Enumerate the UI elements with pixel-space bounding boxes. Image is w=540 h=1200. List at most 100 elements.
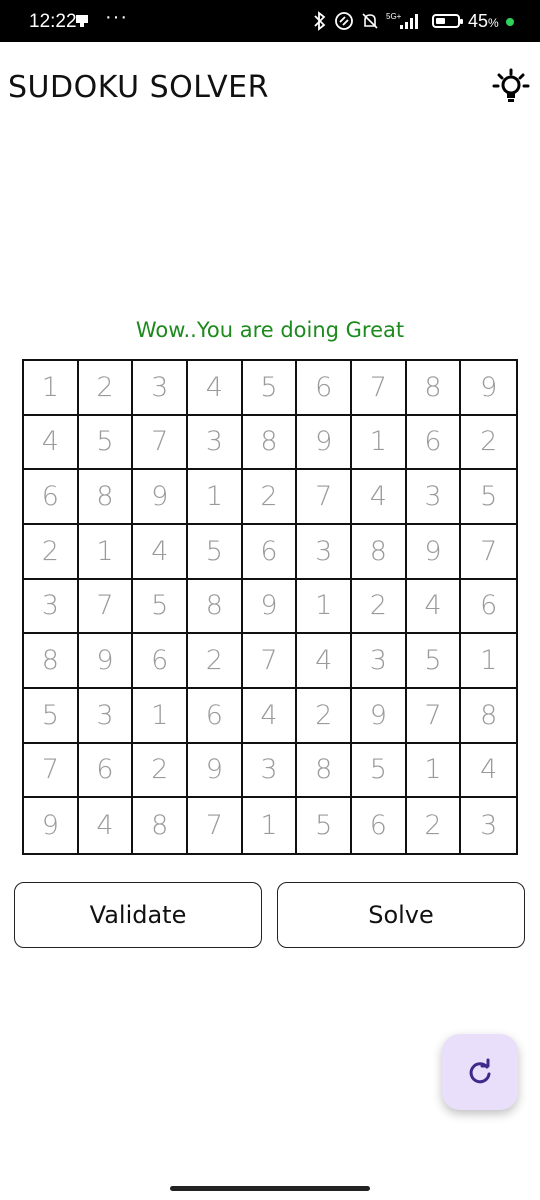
app-title: SUDOKU SOLVER [8,70,269,105]
sudoku-cell-r9-c1[interactable]: 9 [24,798,79,853]
sudoku-cell-r1-c6[interactable]: 6 [297,361,352,416]
sudoku-cell-r3-c6[interactable]: 7 [297,470,352,525]
sudoku-cell-r9-c6[interactable]: 5 [297,798,352,853]
sudoku-cell-r7-c5[interactable]: 4 [242,689,298,744]
sudoku-cell-r5-c2[interactable]: 7 [78,579,134,635]
sudoku-cell-r6-c7[interactable]: 3 [352,634,407,689]
sudoku-cell-r2-c1[interactable]: 4 [24,415,79,471]
sudoku-cell-r7-c8[interactable]: 7 [406,689,462,744]
sudoku-cell-r4-c9[interactable]: 7 [461,525,516,580]
sudoku-cell-r5-c1[interactable]: 3 [24,579,79,635]
sudoku-cell-r3-c1[interactable]: 6 [24,470,79,525]
signal-icon: 5G+ [386,12,418,29]
sudoku-cell-r2-c6[interactable]: 9 [297,415,352,471]
sudoku-cell-r9-c9[interactable]: 3 [461,798,516,853]
sudoku-cell-r8-c7[interactable]: 5 [352,743,407,799]
status-message: Wow..You are doing Great [135,318,405,342]
sudoku-cell-r7-c2[interactable]: 3 [78,689,134,744]
status-time: 12:22 [29,11,77,32]
sudoku-cell-r8-c6[interactable]: 8 [297,743,352,799]
sudoku-cell-r3-c7[interactable]: 4 [352,470,407,525]
sudoku-cell-r8-c2[interactable]: 6 [78,743,134,799]
sudoku-cell-r1-c4[interactable]: 4 [188,361,243,416]
sudoku-cell-r4-c4[interactable]: 5 [188,525,243,580]
sudoku-cell-r8-c4[interactable]: 9 [188,743,243,799]
lightbulb-icon[interactable] [490,66,532,108]
sudoku-cell-r8-c3[interactable]: 2 [133,743,188,799]
sudoku-cell-r4-c8[interactable]: 9 [406,525,462,580]
sudoku-cell-r9-c5[interactable]: 1 [243,798,298,853]
sudoku-cell-r7-c1[interactable]: 5 [24,689,79,744]
sudoku-cell-r1-c1[interactable]: 1 [24,361,79,416]
sudoku-cell-r2-c2[interactable]: 5 [78,415,134,471]
sudoku-cell-r1-c5[interactable]: 5 [242,361,298,416]
sudoku-cell-r5-c5[interactable]: 9 [242,579,298,635]
sudoku-cell-r3-c8[interactable]: 3 [406,470,462,525]
sudoku-cell-r9-c3[interactable]: 8 [133,798,188,853]
sudoku-cell-r9-c7[interactable]: 6 [352,798,407,853]
sudoku-cell-r6-c5[interactable]: 7 [242,634,298,689]
sudoku-cell-r6-c8[interactable]: 5 [406,634,462,689]
sudoku-cell-r8-c8[interactable]: 1 [406,743,462,799]
sudoku-cell-r6-c4[interactable]: 2 [188,634,243,689]
sudoku-cell-r4-c1[interactable]: 2 [24,525,79,580]
link-icon [335,12,353,30]
status-icons: 5G+ [312,9,422,33]
bell-muted-icon [362,13,378,29]
sudoku-cell-r8-c5[interactable]: 3 [242,743,298,799]
sudoku-cell-r7-c4[interactable]: 6 [188,689,243,744]
sudoku-cell-r7-c3[interactable]: 1 [133,689,188,744]
solve-button[interactable]: Solve [277,882,525,948]
sudoku-cell-r6-c6[interactable]: 4 [297,634,352,689]
sudoku-cell-r2-c9[interactable]: 2 [461,416,516,471]
sudoku-cell-r9-c2[interactable]: 4 [79,798,134,853]
sudoku-cell-r2-c7[interactable]: 1 [352,415,407,471]
sudoku-cell-r7-c6[interactable]: 2 [297,689,352,744]
sudoku-cell-r6-c3[interactable]: 6 [133,634,188,689]
sudoku-cell-r6-c9[interactable]: 1 [461,634,516,689]
sudoku-cell-r2-c3[interactable]: 7 [133,415,188,471]
sudoku-cell-r3-c4[interactable]: 1 [188,470,243,525]
sudoku-cell-r7-c7[interactable]: 9 [352,689,407,744]
sudoku-cell-r4-c5[interactable]: 6 [242,525,298,580]
sudoku-cell-r2-c4[interactable]: 3 [188,415,243,471]
validate-button[interactable]: Validate [14,882,262,948]
sudoku-cell-r4-c2[interactable]: 1 [78,525,134,580]
sudoku-board: 1234567894573891626891274352145638973758… [22,359,518,855]
sudoku-cell-r1-c3[interactable]: 3 [133,361,188,416]
sudoku-cell-r5-c8[interactable]: 4 [406,579,462,635]
sudoku-cell-r5-c6[interactable]: 1 [297,579,352,635]
reset-fab-button[interactable] [442,1034,518,1110]
sudoku-cell-r5-c9[interactable]: 6 [461,580,516,635]
sudoku-cell-r1-c2[interactable]: 2 [78,361,134,416]
more-notifications-icon: ··· [105,6,128,28]
sudoku-cell-r8-c1[interactable]: 7 [24,743,79,799]
sudoku-cell-r3-c3[interactable]: 9 [133,470,188,525]
sudoku-cell-r2-c5[interactable]: 8 [242,415,298,471]
sudoku-cell-r1-c8[interactable]: 8 [406,361,462,416]
sudoku-cell-r5-c7[interactable]: 2 [352,579,407,635]
sudoku-cell-r9-c8[interactable]: 2 [407,798,462,853]
sudoku-cell-r7-c9[interactable]: 8 [461,689,516,744]
sudoku-cell-r4-c6[interactable]: 3 [297,525,352,580]
sudoku-cell-r3-c9[interactable]: 5 [461,470,516,525]
sudoku-cell-r1-c9[interactable]: 9 [461,361,516,416]
sudoku-cell-r5-c3[interactable]: 5 [133,579,188,635]
sudoku-cell-r5-c4[interactable]: 8 [188,579,243,635]
refresh-icon [469,1058,491,1084]
sudoku-cell-r9-c4[interactable]: 7 [188,798,243,853]
status-bar: 12:22 ··· 5G+ 45% [0,0,540,42]
svg-text:5G+: 5G+ [386,12,402,21]
sudoku-cell-r1-c7[interactable]: 7 [352,361,407,416]
sudoku-cell-r3-c2[interactable]: 8 [78,470,134,525]
notification-icon [76,15,88,27]
sudoku-cell-r4-c3[interactable]: 4 [133,525,188,580]
sudoku-cell-r2-c8[interactable]: 6 [406,415,462,471]
sudoku-cell-r3-c5[interactable]: 2 [242,470,298,525]
battery-percent: 45% [468,11,499,31]
sudoku-cell-r6-c1[interactable]: 8 [24,634,79,689]
sudoku-cell-r6-c2[interactable]: 9 [78,634,134,689]
sudoku-cell-r4-c7[interactable]: 8 [352,525,407,580]
home-gesture-bar[interactable] [170,1186,370,1191]
sudoku-cell-r8-c9[interactable]: 4 [461,744,516,799]
